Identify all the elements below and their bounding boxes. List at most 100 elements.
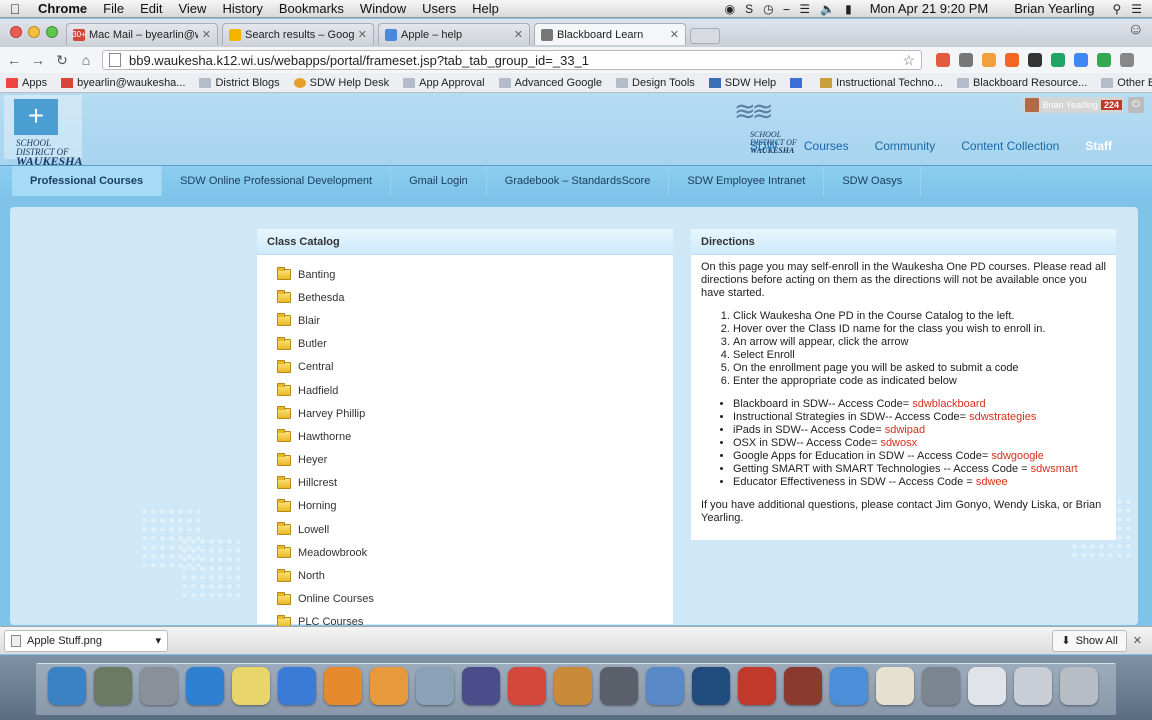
keynote-icon[interactable] xyxy=(646,667,684,705)
url-text[interactable]: bb9.waukesha.k12.wi.us/webapps/portal/fr… xyxy=(129,53,902,68)
menu-edit[interactable]: Edit xyxy=(132,1,170,16)
stickies-icon[interactable] xyxy=(232,667,270,705)
launchpad-icon[interactable] xyxy=(140,667,178,705)
tab-content-collection[interactable]: Content Collection xyxy=(961,139,1059,153)
volume-icon[interactable]: 🔈 xyxy=(820,2,835,16)
notification-center-icon[interactable]: ☰ xyxy=(1131,2,1142,16)
subtab-gradebook[interactable]: Gradebook – StandardsScore xyxy=(487,166,670,196)
bookmark-star-icon[interactable]: ☆ xyxy=(902,52,915,69)
imovie-icon[interactable] xyxy=(462,667,500,705)
bookmark-instructional-techno[interactable]: Instructional Techno... xyxy=(820,77,943,89)
extension-icon[interactable] xyxy=(936,53,950,67)
battery-icon[interactable]: ▮ xyxy=(845,2,852,16)
menu-file[interactable]: File xyxy=(95,1,132,16)
catalog-item[interactable]: Butler xyxy=(277,333,673,356)
catalog-item[interactable]: Hadfield xyxy=(277,379,673,402)
close-tab-icon[interactable]: ✕ xyxy=(514,28,523,41)
catalog-item[interactable]: Lowell xyxy=(277,518,673,541)
menu-icon[interactable] xyxy=(1120,53,1134,67)
bookmark-byearlin[interactable]: byearlin@waukesha... xyxy=(61,77,185,89)
minimize-window-button[interactable] xyxy=(28,26,40,38)
bookmark-design-tools[interactable]: Design Tools xyxy=(616,77,695,89)
iphoto-icon[interactable] xyxy=(416,667,454,705)
close-tab-icon[interactable]: ✕ xyxy=(202,28,211,41)
wifi-icon[interactable]: ☰ xyxy=(799,2,810,16)
tab-apple-help[interactable]: Apple – help ✕ xyxy=(378,23,530,45)
subtab-sdw-online-pd[interactable]: SDW Online Professional Development xyxy=(162,166,392,196)
preview-icon[interactable] xyxy=(94,667,132,705)
textedit-icon[interactable] xyxy=(876,667,914,705)
catalog-item-label[interactable]: Harvey Phillip xyxy=(298,408,365,420)
catalog-item-label[interactable]: Butler xyxy=(298,338,327,350)
catalog-item-label[interactable]: Meadowbrook xyxy=(298,547,367,559)
extension-icon[interactable] xyxy=(982,53,996,67)
catalog-item[interactable]: Hillcrest xyxy=(277,472,673,495)
subtab-sdw-oasys[interactable]: SDW Oasys xyxy=(824,166,922,196)
bookmark-blackboard-resource[interactable]: Blackboard Resource... xyxy=(956,77,1087,89)
profile-avatar-icon[interactable]: ☺ xyxy=(1128,21,1144,39)
bookmark-apps[interactable]: Apps xyxy=(6,77,47,89)
catalog-item-label[interactable]: Lowell xyxy=(298,524,329,536)
menubar-clock[interactable]: Mon Apr 21 9:20 PM xyxy=(862,1,997,16)
bookmark-other[interactable]: Other Bookmarks xyxy=(1101,77,1152,89)
apple-menu-icon[interactable]:  xyxy=(0,1,30,17)
timemachine-icon[interactable]: ◷ xyxy=(763,2,773,16)
bookmark-advanced-google[interactable]: Advanced Google xyxy=(498,77,602,89)
menu-history[interactable]: History xyxy=(214,1,270,16)
bookmark-district-blogs[interactable]: District Blogs xyxy=(199,77,280,89)
close-tab-icon[interactable]: ✕ xyxy=(670,28,679,41)
zoom-window-button[interactable] xyxy=(46,26,58,38)
catalog-item[interactable]: North xyxy=(277,564,673,587)
address-bar[interactable]: bb9.waukesha.k12.wi.us/webapps/portal/fr… xyxy=(102,50,922,70)
trash-icon[interactable] xyxy=(1060,667,1098,705)
tab-staff[interactable]: Staff xyxy=(1085,139,1112,153)
pages-icon[interactable] xyxy=(370,667,408,705)
bookmark-sdw-help-desk[interactable]: SDW Help Desk xyxy=(293,77,389,89)
finder-icon[interactable] xyxy=(48,667,86,705)
catalog-item[interactable]: Central xyxy=(277,356,673,379)
reload-icon[interactable]: ↻ xyxy=(54,52,70,69)
bluetooth-icon[interactable] xyxy=(784,2,790,16)
catalog-item-label[interactable]: Horning xyxy=(298,500,337,512)
subtab-sdw-employee-intranet[interactable]: SDW Employee Intranet xyxy=(669,166,825,196)
catalog-item-label[interactable]: Blair xyxy=(298,315,320,327)
tab-mac-mail[interactable]: 30+ Mac Mail – byearlin@wauk ✕ xyxy=(66,23,218,45)
chevron-down-icon[interactable]: ▾ xyxy=(155,634,161,647)
page-info-icon[interactable] xyxy=(109,53,121,67)
photo-booth-2-icon[interactable] xyxy=(738,667,776,705)
tab-courses[interactable]: Courses xyxy=(804,139,849,153)
back-arrow-icon[interactable]: ← xyxy=(6,52,22,68)
photo-booth-icon[interactable] xyxy=(600,667,638,705)
close-window-button[interactable] xyxy=(10,26,22,38)
district-logo[interactable]: + SCHOOL DISTRICT OF WAUKESHA xyxy=(4,95,82,167)
tab-google-drive-search[interactable]: Search results – Google Dr ✕ xyxy=(222,23,374,45)
show-all-downloads-button[interactable]: ⬇ Show All xyxy=(1052,629,1127,652)
google-drive-icon[interactable] xyxy=(1051,53,1065,67)
catalog-item[interactable]: Heyer xyxy=(277,449,673,472)
bookmark-sdw-help[interactable]: SDW Help xyxy=(708,77,776,89)
user-menu[interactable]: Brian Yearling 224 xyxy=(1023,97,1124,113)
home-icon[interactable]: ⌂ xyxy=(78,52,94,68)
catalog-item[interactable]: Bethesda xyxy=(277,286,673,309)
catalog-item-label[interactable]: North xyxy=(298,570,325,582)
menu-window[interactable]: Window xyxy=(352,1,414,16)
subtab-professional-courses[interactable]: Professional Courses xyxy=(12,166,163,196)
notification-badge[interactable]: 224 xyxy=(1100,100,1122,110)
tab-community[interactable]: Community xyxy=(875,139,936,153)
eyedropper-icon[interactable] xyxy=(959,53,973,67)
quicktime-icon[interactable] xyxy=(692,667,730,705)
catalog-item[interactable]: Harvey Phillip xyxy=(277,402,673,425)
menu-app-name[interactable]: Chrome xyxy=(30,1,95,16)
catalog-item[interactable]: Horning xyxy=(277,495,673,518)
documents-icon[interactable] xyxy=(968,667,1006,705)
extension-icon[interactable] xyxy=(1005,53,1019,67)
close-tab-icon[interactable]: ✕ xyxy=(358,28,367,41)
catalog-item[interactable]: Meadowbrook xyxy=(277,541,673,564)
bookmark-app-approval[interactable]: App Approval xyxy=(403,77,485,89)
close-download-shelf-icon[interactable]: ✕ xyxy=(1133,634,1142,647)
catalog-item-label[interactable]: Online Courses xyxy=(298,593,374,605)
catalog-item-label[interactable]: Hawthorne xyxy=(298,431,351,443)
garageband-icon[interactable] xyxy=(554,667,592,705)
catalog-item-label[interactable]: Heyer xyxy=(298,454,327,466)
extension-icon[interactable] xyxy=(1074,53,1088,67)
